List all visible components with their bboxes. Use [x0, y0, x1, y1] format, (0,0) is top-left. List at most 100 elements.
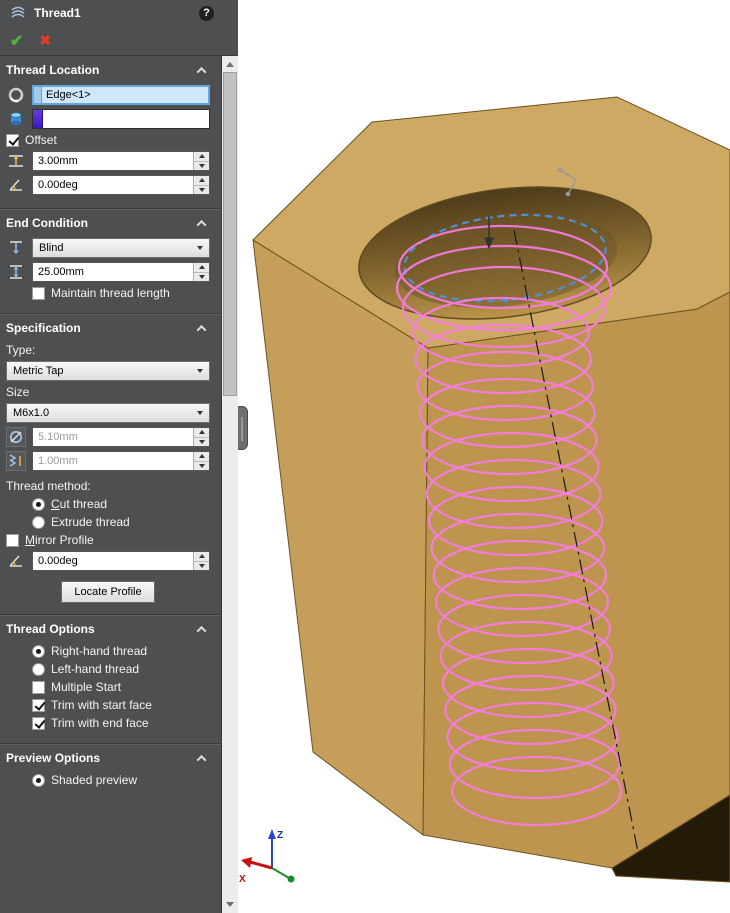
multiple-start-row: Multiple Start: [32, 680, 210, 694]
offset-angle-input: 0.00deg: [32, 175, 210, 195]
spin-up-button[interactable]: [194, 176, 209, 185]
section-header-end-condition[interactable]: End Condition: [6, 212, 210, 234]
maintain-length-row: Maintain thread length: [32, 286, 210, 300]
selection-color-swatch: [34, 87, 42, 103]
profile-angle-row: 0.00deg: [6, 551, 210, 571]
dropdown-arrow-icon: [197, 369, 203, 373]
triad-x-label: X: [239, 874, 246, 885]
section-header-thread-location[interactable]: Thread Location: [6, 59, 210, 81]
offset-distance-value[interactable]: 3.00mm: [33, 152, 193, 170]
right-hand-label: Right-hand thread: [51, 644, 148, 658]
offset-distance-input: 3.00mm: [32, 151, 210, 171]
face-selection-row: [6, 109, 210, 129]
pitch-row: 1.00mm: [6, 451, 210, 471]
right-hand-radio[interactable]: [32, 644, 45, 658]
section-preview-options: Preview Options Shaded preview: [0, 743, 221, 800]
scrollbar-thumb[interactable]: [223, 72, 237, 396]
triad-x-axis: [249, 860, 273, 870]
help-icon[interactable]: ?: [199, 5, 214, 21]
spin-up-button[interactable]: [194, 452, 209, 461]
extrude-thread-row: Extrude thread: [32, 515, 210, 529]
spin-down-button[interactable]: [194, 271, 209, 281]
offset-checkbox[interactable]: [6, 133, 19, 147]
profile-angle-value[interactable]: 0.00deg: [33, 552, 193, 570]
spin-down-button[interactable]: [194, 436, 209, 446]
dropdown-arrow-icon: [197, 411, 203, 415]
spin-up-button[interactable]: [194, 552, 209, 561]
section-header-thread-options[interactable]: Thread Options: [6, 618, 210, 640]
section-title: Thread Location: [6, 63, 100, 77]
left-hand-label: Left-hand thread: [51, 662, 140, 676]
shaded-preview-radio[interactable]: [32, 773, 45, 787]
offset-angle-value[interactable]: 0.00deg: [33, 176, 193, 194]
property-manager-titlebar: Thread1 ?: [0, 0, 238, 26]
offset-distance-row: 3.00mm: [6, 151, 210, 171]
offset-angle-row: 0.00deg: [6, 175, 210, 195]
spinner: [193, 152, 209, 170]
maintain-length-checkbox[interactable]: [32, 286, 45, 300]
spin-up-button[interactable]: [194, 428, 209, 437]
locate-profile-button[interactable]: Locate Profile: [61, 581, 155, 603]
mirror-profile-row: Mirror Profile: [6, 533, 210, 547]
profile-angle-input: 0.00deg: [32, 551, 210, 571]
end-condition-row: Blind: [6, 238, 210, 258]
type-dropdown[interactable]: Metric Tap: [6, 361, 210, 381]
spin-down-button[interactable]: [194, 184, 209, 194]
diameter-icon: [6, 427, 26, 447]
mirror-profile-checkbox[interactable]: [6, 533, 19, 547]
section-end-condition: End Condition Blind 25.00mm Maintain thr…: [0, 208, 221, 313]
spinner: [193, 552, 209, 570]
spin-up-button[interactable]: [194, 263, 209, 272]
spinner: [193, 263, 209, 281]
size-dropdown[interactable]: M6x1.0: [6, 403, 210, 423]
spin-down-button[interactable]: [194, 160, 209, 170]
spin-down-button[interactable]: [194, 560, 209, 570]
spin-up-button[interactable]: [194, 152, 209, 161]
offset-row: Offset: [6, 133, 210, 147]
diameter-value[interactable]: 5.10mm: [33, 428, 193, 446]
offset-distance-icon: [6, 151, 26, 171]
section-thread-location: Thread Location Edge<1> Offset 3.00mm 0.…: [0, 56, 221, 208]
spin-down-button[interactable]: [194, 460, 209, 470]
left-hand-radio[interactable]: [32, 662, 45, 676]
mirror-profile-label: Mirror Profile: [25, 533, 94, 547]
depth-value[interactable]: 25.00mm: [33, 263, 193, 281]
type-row: Metric Tap: [6, 361, 210, 381]
panel-scrollbar[interactable]: [221, 56, 238, 913]
face-selection-icon: [6, 109, 26, 129]
extrude-thread-radio[interactable]: [32, 515, 45, 529]
section-title: End Condition: [6, 216, 88, 230]
diameter-input: 5.10mm: [32, 427, 210, 447]
right-hand-row: Right-hand thread: [32, 644, 210, 658]
viewport-canvas[interactable]: Z X: [238, 0, 730, 913]
panel-splitter-handle[interactable]: [238, 406, 248, 450]
edge-selection-box[interactable]: Edge<1>: [32, 85, 210, 105]
triad-y-axis: [271, 867, 290, 879]
scroll-down-arrow[interactable]: [222, 896, 238, 913]
start-face-selection-box[interactable]: [32, 109, 210, 129]
pitch-input: 1.00mm: [32, 451, 210, 471]
trim-start-checkbox[interactable]: [32, 698, 45, 712]
section-header-specification[interactable]: Specification: [6, 317, 210, 339]
ok-button[interactable]: ✔: [10, 31, 23, 51]
extrude-thread-label: Extrude thread: [51, 515, 130, 529]
section-header-preview-options[interactable]: Preview Options: [6, 747, 210, 769]
shaded-preview-row: Shaded preview: [32, 773, 210, 787]
selection-color-swatch: [33, 110, 43, 128]
pitch-value[interactable]: 1.00mm: [33, 452, 193, 470]
trim-start-label: Trim with start face: [51, 698, 152, 712]
multiple-start-checkbox[interactable]: [32, 680, 45, 694]
end-condition-value: Blind: [39, 242, 64, 254]
trim-end-checkbox[interactable]: [32, 716, 45, 730]
cut-thread-row: Cut thread: [32, 497, 210, 511]
scroll-up-arrow[interactable]: [222, 56, 238, 73]
solidworks-window: Thread1 ? ✔ ✖ Thread Location Edge<1> Of…: [0, 0, 730, 913]
pitch-icon: [6, 451, 26, 471]
cut-thread-radio[interactable]: [32, 497, 45, 511]
spinner: [193, 428, 209, 446]
size-value: M6x1.0: [13, 407, 50, 419]
end-condition-dropdown[interactable]: Blind: [32, 238, 210, 258]
cancel-button[interactable]: ✖: [39, 32, 51, 49]
panel-content: Thread Location Edge<1> Offset 3.00mm 0.…: [0, 56, 221, 800]
offset-angle-icon: [6, 175, 26, 195]
